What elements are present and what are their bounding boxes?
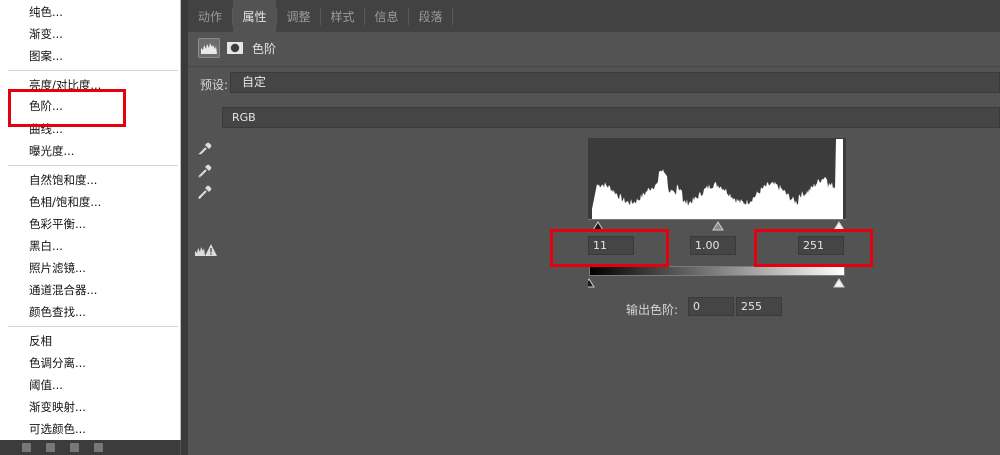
menu-item-black-white[interactable]: 黑白... <box>29 239 63 253</box>
tab-properties[interactable]: 属性 <box>233 0 276 32</box>
menu-item-exposure[interactable]: 曝光度... <box>29 144 74 158</box>
output-gradient-bar <box>589 266 845 276</box>
histogram <box>588 138 846 220</box>
menu-item-photo-filter[interactable]: 照片滤镜... <box>29 261 86 275</box>
tab-paragraph[interactable]: 段落 <box>409 0 452 32</box>
trash-icon[interactable] <box>94 443 103 452</box>
output-black-handle[interactable] <box>588 278 595 288</box>
menu-item-vibrance[interactable]: 自然饱和度... <box>29 173 97 187</box>
output-levels-label: 输出色阶: <box>626 303 679 317</box>
layers-panel-footer <box>0 440 180 455</box>
tab-styles[interactable]: 样式 <box>321 0 364 32</box>
black-input-highlight-box <box>550 229 669 267</box>
preset-label: 预设: <box>200 78 229 92</box>
menu-item-color-balance[interactable]: 色彩平衡... <box>29 217 86 231</box>
menu-item-channel-mixer[interactable]: 通道混合器... <box>29 283 97 297</box>
menu-item-posterize[interactable]: 色调分离... <box>29 356 86 370</box>
menu-separator <box>8 70 178 71</box>
menu-item-threshold[interactable]: 阈值... <box>29 378 63 392</box>
menu-separator <box>8 165 178 166</box>
input-gamma-field[interactable]: 1.00 <box>690 236 736 255</box>
levels-highlight-box <box>8 89 126 127</box>
properties-title: 色阶 <box>252 42 277 56</box>
adjustment-menu: 纯色... 渐变... 图案... 亮度/对比度... 色阶... 曲线... … <box>0 0 181 440</box>
panel-tab-bar: 动作 属性 调整 样式 信息 段落 <box>188 0 1000 32</box>
menu-item-gradient-map[interactable]: 渐变映射... <box>29 400 86 414</box>
tab-actions[interactable]: 动作 <box>188 0 232 32</box>
menu-item-hue-saturation[interactable]: 色相/饱和度... <box>29 195 101 209</box>
adjustment-layer-icon[interactable] <box>22 443 31 452</box>
tab-adjustments[interactable]: 调整 <box>277 0 320 32</box>
gray-eyedropper-icon[interactable] <box>196 162 214 180</box>
new-layer-icon[interactable] <box>70 443 79 452</box>
menu-item-solid-color[interactable]: 纯色... <box>29 5 63 19</box>
menu-item-color-lookup[interactable]: 颜色查找... <box>29 305 86 319</box>
preset-dropdown[interactable]: 自定 <box>230 72 1000 93</box>
output-levels-slider <box>588 278 845 288</box>
header-divider <box>188 66 1000 67</box>
menu-item-gradient[interactable]: 渐变... <box>29 27 63 41</box>
menu-item-invert[interactable]: 反相 <box>29 334 52 348</box>
output-white-field[interactable]: 255 <box>736 297 782 316</box>
auto-warning-icon[interactable] <box>194 242 218 258</box>
menu-separator <box>8 326 178 327</box>
black-eyedropper-icon[interactable] <box>196 140 214 158</box>
white-eyedropper-icon[interactable] <box>196 183 214 201</box>
white-input-highlight-box <box>754 229 873 267</box>
channel-dropdown[interactable]: RGB <box>222 107 1000 128</box>
menu-item-selective-color[interactable]: 可选颜色... <box>29 422 86 436</box>
tab-info[interactable]: 信息 <box>365 0 408 32</box>
input-gamma-handle[interactable] <box>712 221 724 231</box>
panel-divider <box>181 0 188 455</box>
mask-icon[interactable] <box>224 38 246 58</box>
menu-item-pattern[interactable]: 图案... <box>29 49 63 63</box>
levels-icon[interactable] <box>198 38 220 58</box>
output-white-handle[interactable] <box>833 278 845 288</box>
output-black-field[interactable]: 0 <box>688 297 734 316</box>
tab-separator <box>452 8 453 25</box>
group-icon[interactable] <box>46 443 55 452</box>
